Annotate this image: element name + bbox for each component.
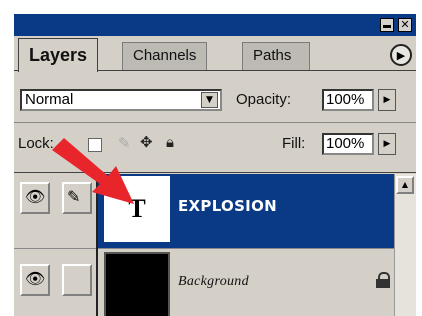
tab-layers[interactable]: Layers [18, 38, 99, 72]
visibility-toggle[interactable]: 👁︎ [20, 182, 50, 214]
type-tool-icon: T [128, 194, 146, 223]
tab-strip: Layers Channels Paths ▶ [14, 36, 416, 72]
blend-mode-value: Normal [25, 91, 74, 108]
palette-body: Layers Channels Paths ▶ Normal ▼ Opacity… [14, 36, 416, 316]
divider [14, 172, 416, 173]
divider [14, 248, 394, 249]
blend-mode-dropdown-button[interactable]: ▼ [201, 92, 218, 108]
triangle-right-icon: ▶ [383, 95, 391, 105]
fill-value: 100% [326, 135, 365, 152]
layer-name: Background [178, 274, 249, 289]
blend-mode-select[interactable]: Normal ▼ [20, 89, 222, 111]
visibility-toggle[interactable]: 👁︎ [20, 264, 50, 296]
triangle-right-icon: ▶ [383, 139, 391, 149]
column-divider [96, 174, 98, 316]
layers-scrollbar[interactable]: ▲ [394, 174, 416, 316]
brush-icon[interactable]: ✎ [118, 134, 131, 152]
background-thumbnail[interactable] [104, 252, 170, 316]
fill-label: Fill: [282, 135, 306, 152]
eye-icon: 👁︎ [25, 269, 46, 288]
lock-label: Lock: [18, 135, 54, 152]
opacity-label: Opacity: [236, 91, 292, 108]
padlock-icon[interactable]: 🔒︎ [166, 133, 174, 151]
layer-name-area[interactable]: Background [98, 250, 394, 316]
link-toggle[interactable]: ✎ [62, 182, 92, 214]
eye-icon: 👁︎ [25, 187, 46, 206]
opacity-field[interactable]: 100% [322, 89, 374, 111]
fill-slider-button[interactable]: ▶ [378, 133, 396, 155]
layer-name-area[interactable]: T EXPLOSION [98, 174, 394, 248]
triangle-down-icon: ▼ [206, 95, 213, 105]
layer-row-background[interactable]: 👁︎ Background [14, 250, 394, 316]
move-arrows-icon[interactable]: ✥ [140, 133, 153, 151]
lock-transparency-checkbox[interactable] [88, 138, 102, 152]
fill-field[interactable]: 100% [322, 133, 374, 155]
tab-channels[interactable]: Channels [122, 42, 208, 70]
palette-menu-button[interactable]: ▶ [390, 44, 412, 66]
minimize-button[interactable] [380, 18, 394, 32]
divider [14, 122, 416, 123]
palette-title-bar[interactable]: ✕ [14, 14, 416, 36]
text-layer-thumbnail[interactable]: T [103, 175, 171, 243]
tab-paths[interactable]: Paths [242, 42, 311, 70]
layers-list: 👁︎ ✎ T EXPLOSION 👁︎ Background [14, 174, 394, 316]
triangle-up-icon: ▲ [401, 180, 409, 189]
padlock-icon [376, 272, 390, 288]
brush-icon: ✎ [67, 187, 81, 206]
layers-palette: ✕ Layers Channels Paths ▶ Normal ▼ Opaci… [0, 0, 422, 316]
layer-name: EXPLOSION [178, 197, 277, 215]
close-button[interactable]: ✕ [398, 18, 412, 32]
scroll-up-button[interactable]: ▲ [396, 176, 414, 194]
opacity-value: 100% [326, 91, 365, 108]
opacity-slider-button[interactable]: ▶ [378, 89, 396, 111]
link-toggle[interactable] [62, 264, 92, 296]
layer-row-explosion[interactable]: 👁︎ ✎ T EXPLOSION [14, 174, 394, 248]
triangle-right-icon: ▶ [396, 48, 406, 62]
